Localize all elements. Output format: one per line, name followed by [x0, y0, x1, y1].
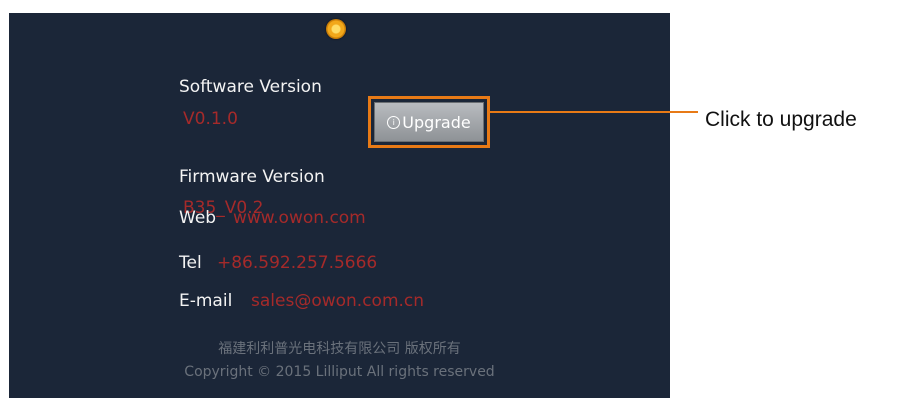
owon-logo-icon — [326, 19, 346, 39]
email-label: E-mail — [179, 291, 233, 311]
upgrade-button-label: Upgrade — [402, 112, 471, 132]
web-link[interactable]: www.owon.com — [233, 208, 366, 228]
firmware-version-label: Firmware Version — [179, 167, 325, 187]
software-version-value: V0.1.0 — [183, 109, 238, 129]
info-icon: i — [387, 115, 401, 129]
upgrade-button-face[interactable]: i Upgrade — [374, 102, 484, 142]
footer-company: 福建利利普光电科技有限公司 版权所有 — [218, 341, 461, 357]
footer-copyright: Copyright © 2015 Lilliput All rights res… — [184, 364, 495, 380]
about-screen: Software Version V0.1.0 Firmware Version… — [9, 13, 670, 398]
web-label: Web — [179, 208, 217, 228]
upgrade-button[interactable]: i Upgrade — [368, 96, 490, 148]
callout-connector-line — [490, 111, 698, 113]
tel-value: +86.592.257.5666 — [217, 253, 378, 273]
callout-text: Click to upgrade — [705, 108, 857, 131]
software-version-label: Software Version — [179, 77, 322, 97]
tel-label: Tel — [179, 253, 202, 273]
email-link[interactable]: sales@owon.com.cn — [251, 291, 424, 311]
